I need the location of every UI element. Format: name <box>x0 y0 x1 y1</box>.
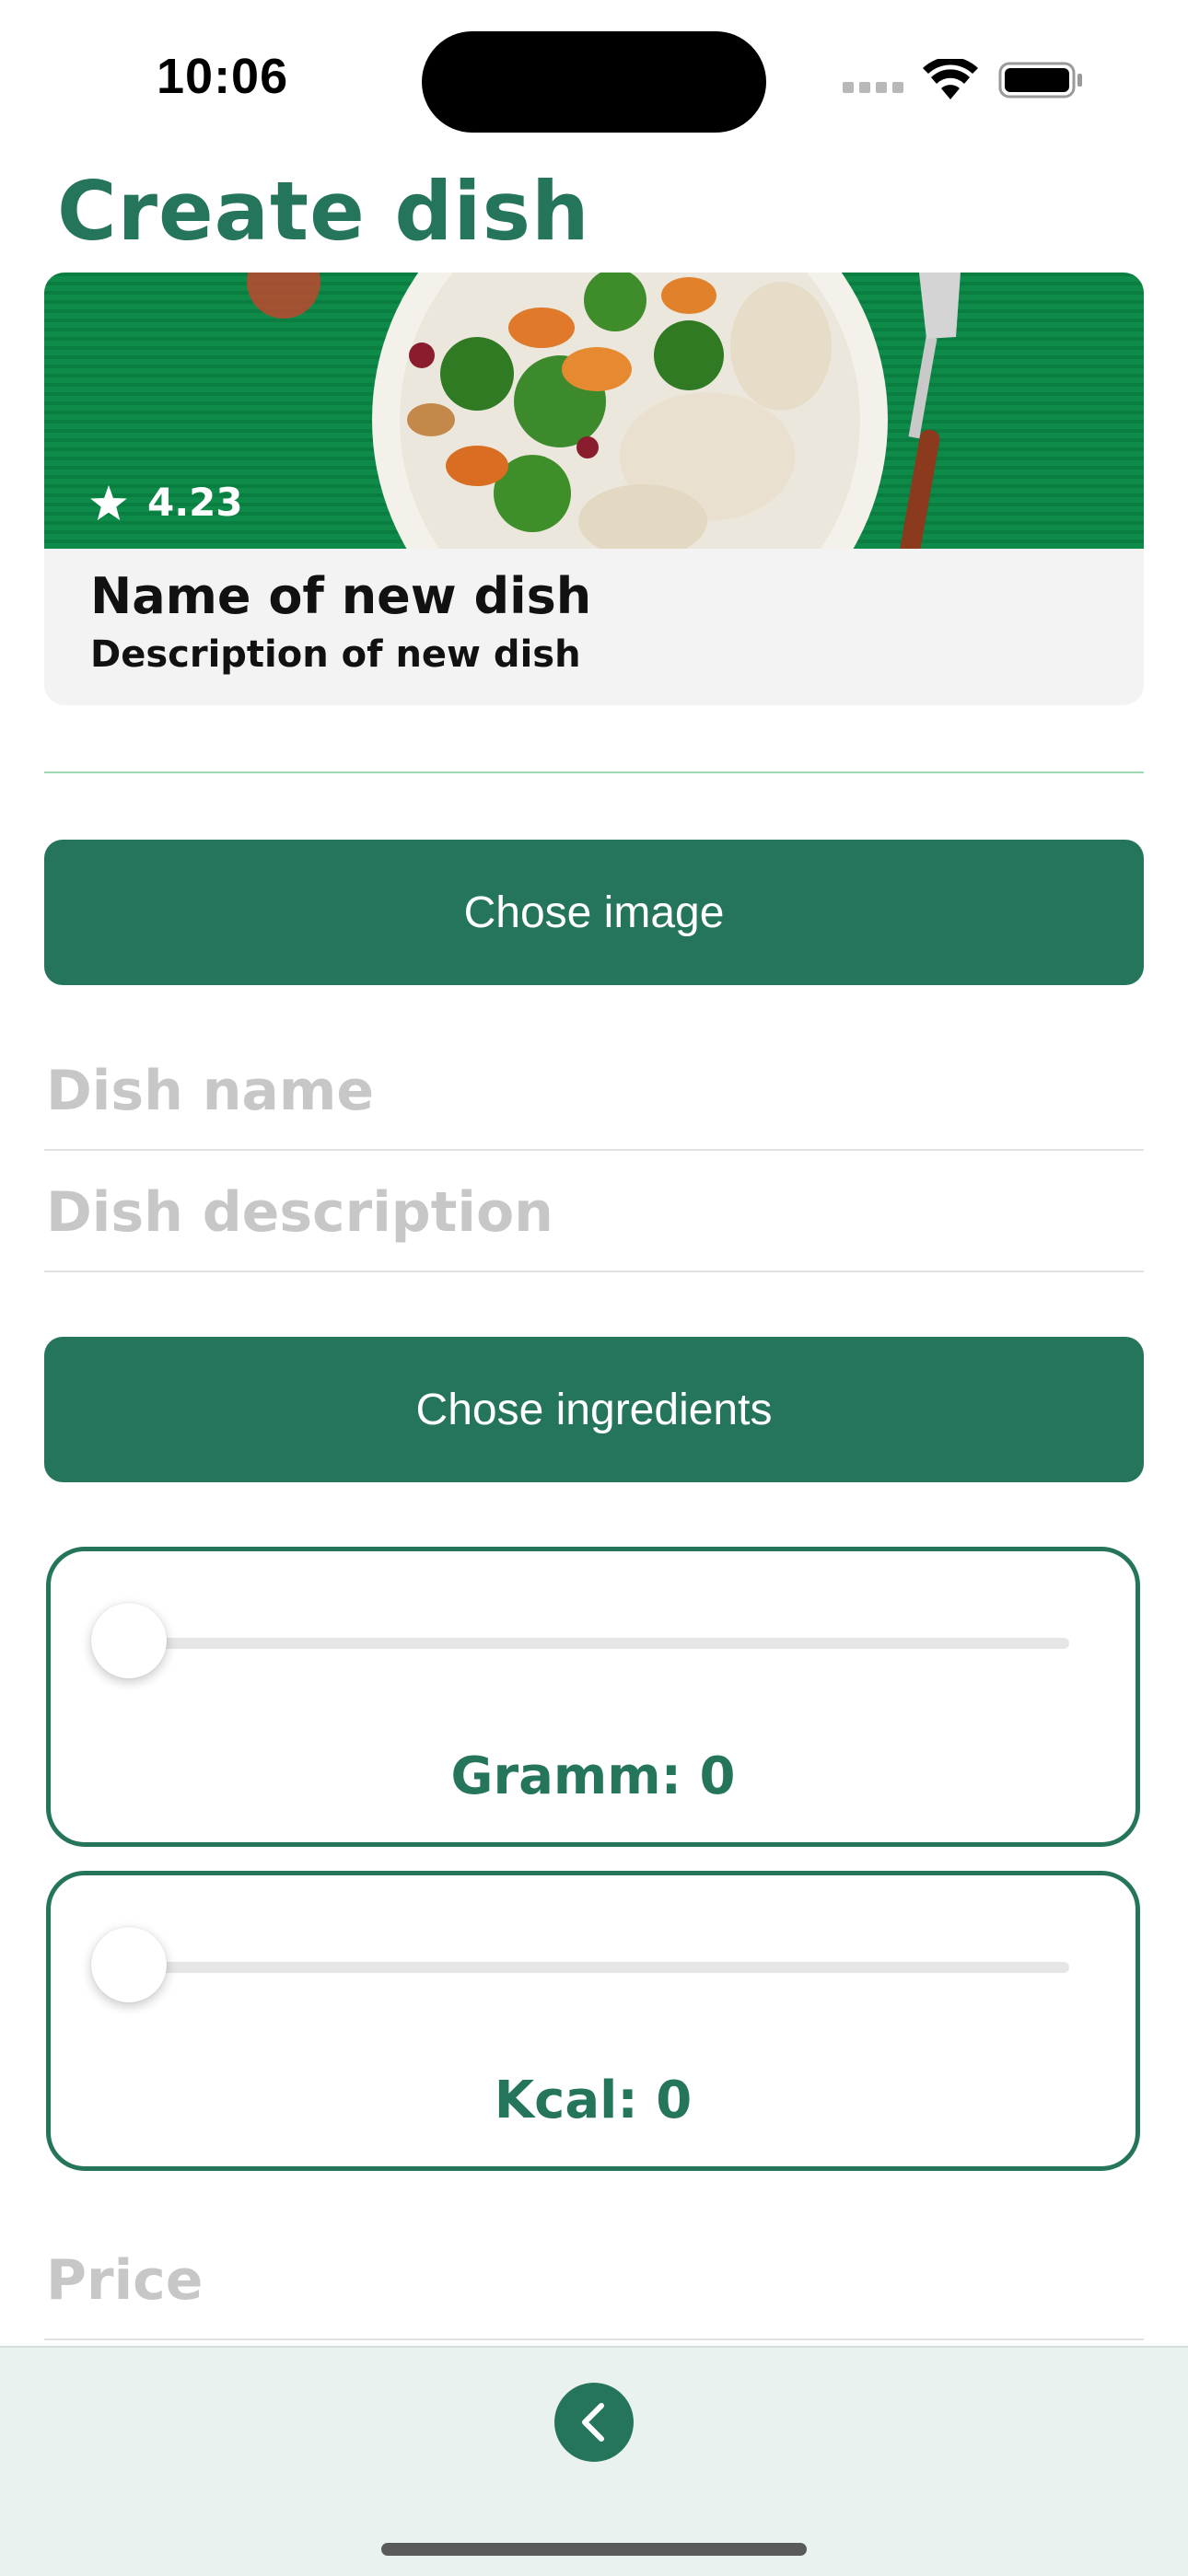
dish-name-preview: Name of new dish <box>90 567 592 625</box>
kcal-slider-track[interactable] <box>124 1962 1069 1973</box>
wifi-icon <box>923 59 978 99</box>
cellular-signal-icon <box>843 81 909 98</box>
dish-preview-card: 4.23 Name of new dish Description of new… <box>44 273 1144 705</box>
price-input[interactable]: Price <box>44 2237 1144 2340</box>
star-icon <box>90 484 127 520</box>
kcal-slider-thumb[interactable] <box>91 1927 167 2002</box>
choose-ingredients-button[interactable]: Chose ingredients <box>44 1337 1144 1482</box>
gramm-slider-thumb[interactable] <box>91 1603 167 1678</box>
choose-image-button[interactable]: Chose image <box>44 840 1144 985</box>
dish-name-input[interactable]: Dish name <box>44 1048 1144 1151</box>
status-time: 10:06 <box>157 49 289 104</box>
gramm-label: Gramm: 0 <box>450 1746 736 1806</box>
dynamic-island <box>422 31 766 133</box>
dish-name-placeholder: Dish name <box>46 1059 375 1123</box>
page-title: Create dish <box>57 164 590 259</box>
bottom-bar <box>0 2346 1188 2576</box>
kcal-label: Kcal: 0 <box>494 2071 693 2130</box>
battery-icon <box>998 62 1082 99</box>
status-bar: 10:06 <box>0 0 1188 147</box>
home-indicator <box>381 2543 807 2556</box>
divider <box>44 772 1144 773</box>
gramm-slider-box: Gramm: 0 <box>46 1547 1140 1847</box>
dish-description-preview: Description of new dish <box>90 633 581 676</box>
dish-description-placeholder: Dish description <box>46 1180 553 1245</box>
kcal-slider-box: Kcal: 0 <box>46 1871 1140 2171</box>
rating-value: 4.23 <box>147 480 243 525</box>
back-button[interactable] <box>554 2383 634 2462</box>
rating: 4.23 <box>90 480 243 525</box>
dish-description-input[interactable]: Dish description <box>44 1169 1144 1272</box>
price-placeholder: Price <box>46 2248 204 2313</box>
back-chevron-icon <box>582 2403 604 2442</box>
gramm-slider-track[interactable] <box>124 1638 1069 1649</box>
